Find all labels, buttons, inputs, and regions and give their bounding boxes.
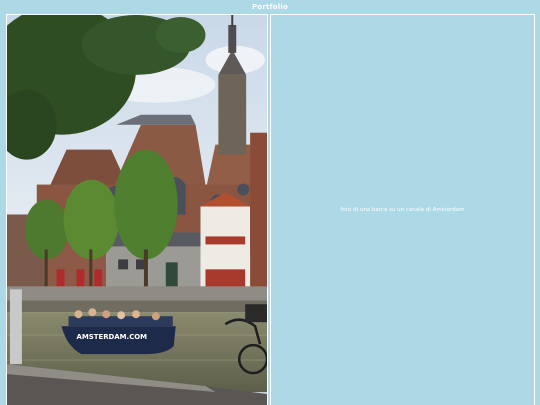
photo-panel: AMSTERDAM.COM: [6, 14, 268, 405]
title-bar: Portfolio: [0, 0, 540, 14]
boat-sign: AMSTERDAM.COM: [76, 333, 147, 341]
portfolio-page: Portfolio AMSTERDAM.COM foto di una barc…: [0, 0, 540, 405]
caption-panel: foto di una barca su un canale di Amster…: [270, 14, 535, 405]
quay: [7, 286, 267, 301]
page-title: Portfolio: [251, 3, 288, 11]
photo-caption: foto di una barca su un canale di Amster…: [340, 207, 465, 213]
canal-boat-photo: AMSTERDAM.COM: [7, 15, 267, 405]
left-post: [9, 289, 22, 365]
boat: AMSTERDAM.COM: [61, 308, 176, 355]
